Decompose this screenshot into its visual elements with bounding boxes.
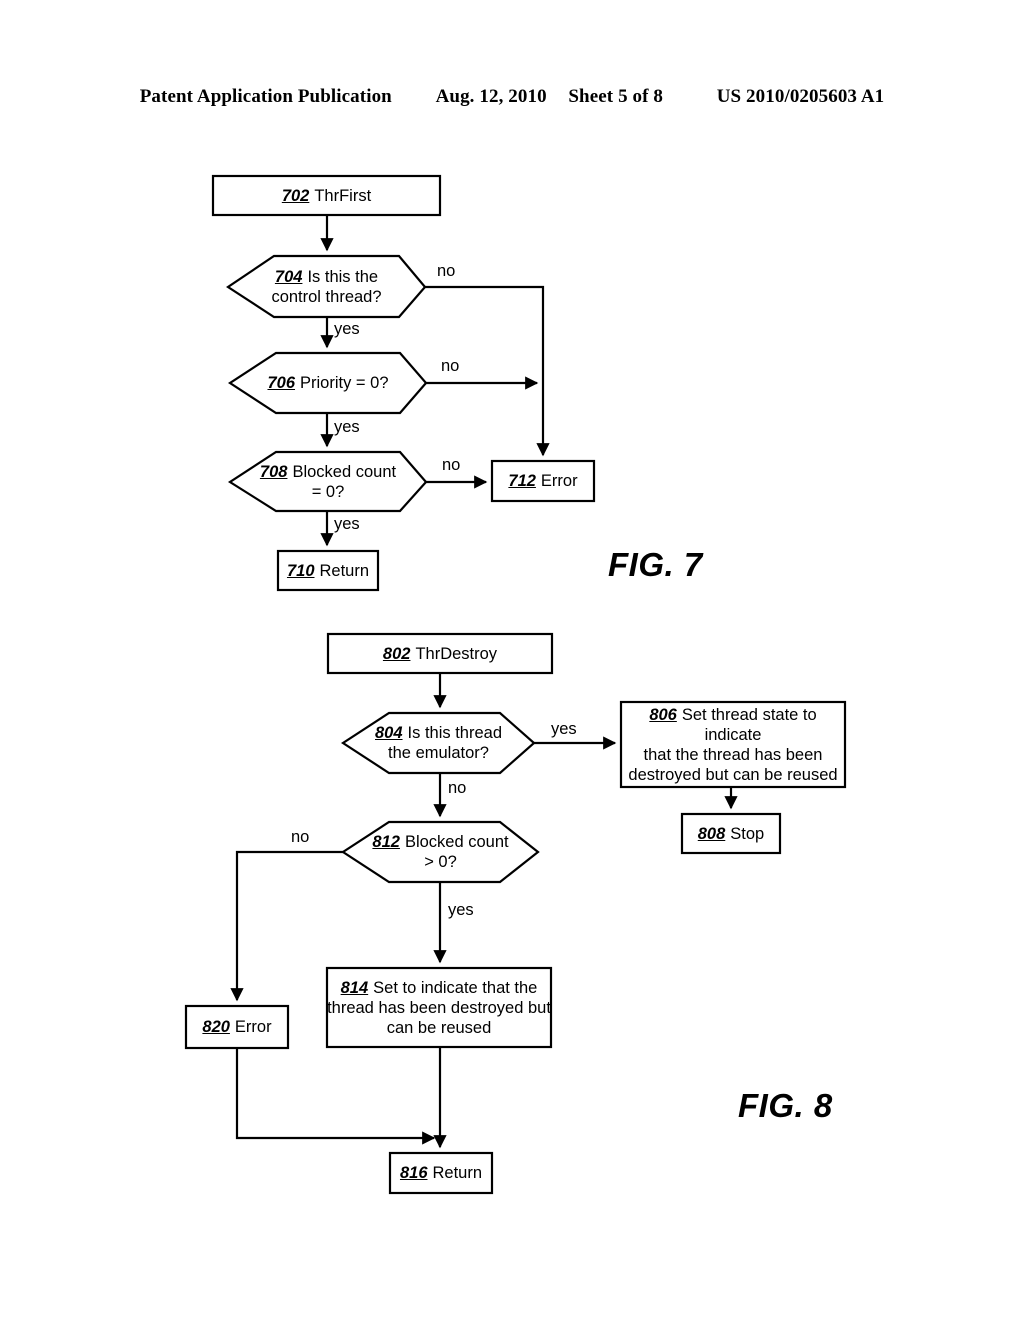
node-706-shape (227, 351, 428, 415)
figure-7-caption: FIG. 7 (608, 546, 703, 583)
edge-label-704-yes: yes (334, 320, 360, 338)
node-704-shape (226, 254, 427, 319)
edge-label-708-no: no (442, 456, 461, 474)
edge-820-816 (235, 1048, 436, 1145)
edge-label-708-yes: yes (334, 515, 360, 533)
figure-drawing-layer (0, 0, 1024, 1320)
node-708-shape (227, 450, 428, 513)
node-806-shape (619, 700, 847, 789)
node-812-shape (340, 820, 540, 884)
node-814-shape (325, 966, 553, 1049)
node-802-shape (326, 632, 554, 675)
node-804-shape (340, 711, 536, 775)
figure-8-caption: FIG. 8 (738, 1087, 833, 1124)
edge-label-812-yes: yes (448, 901, 474, 919)
node-816-shape (388, 1151, 494, 1195)
node-702-shape (211, 174, 442, 217)
node-808-shape (680, 812, 782, 855)
edge-label-704-no: no (437, 262, 456, 280)
node-710-shape (276, 549, 380, 592)
edge-label-706-no: no (441, 357, 460, 375)
edge-label-804-yes: yes (551, 720, 577, 738)
node-820-shape (184, 1004, 290, 1050)
node-712-shape (490, 459, 596, 503)
edge-label-812-no: no (291, 828, 310, 846)
edge-label-706-yes: yes (334, 418, 360, 436)
edge-label-804-no: no (448, 779, 467, 797)
